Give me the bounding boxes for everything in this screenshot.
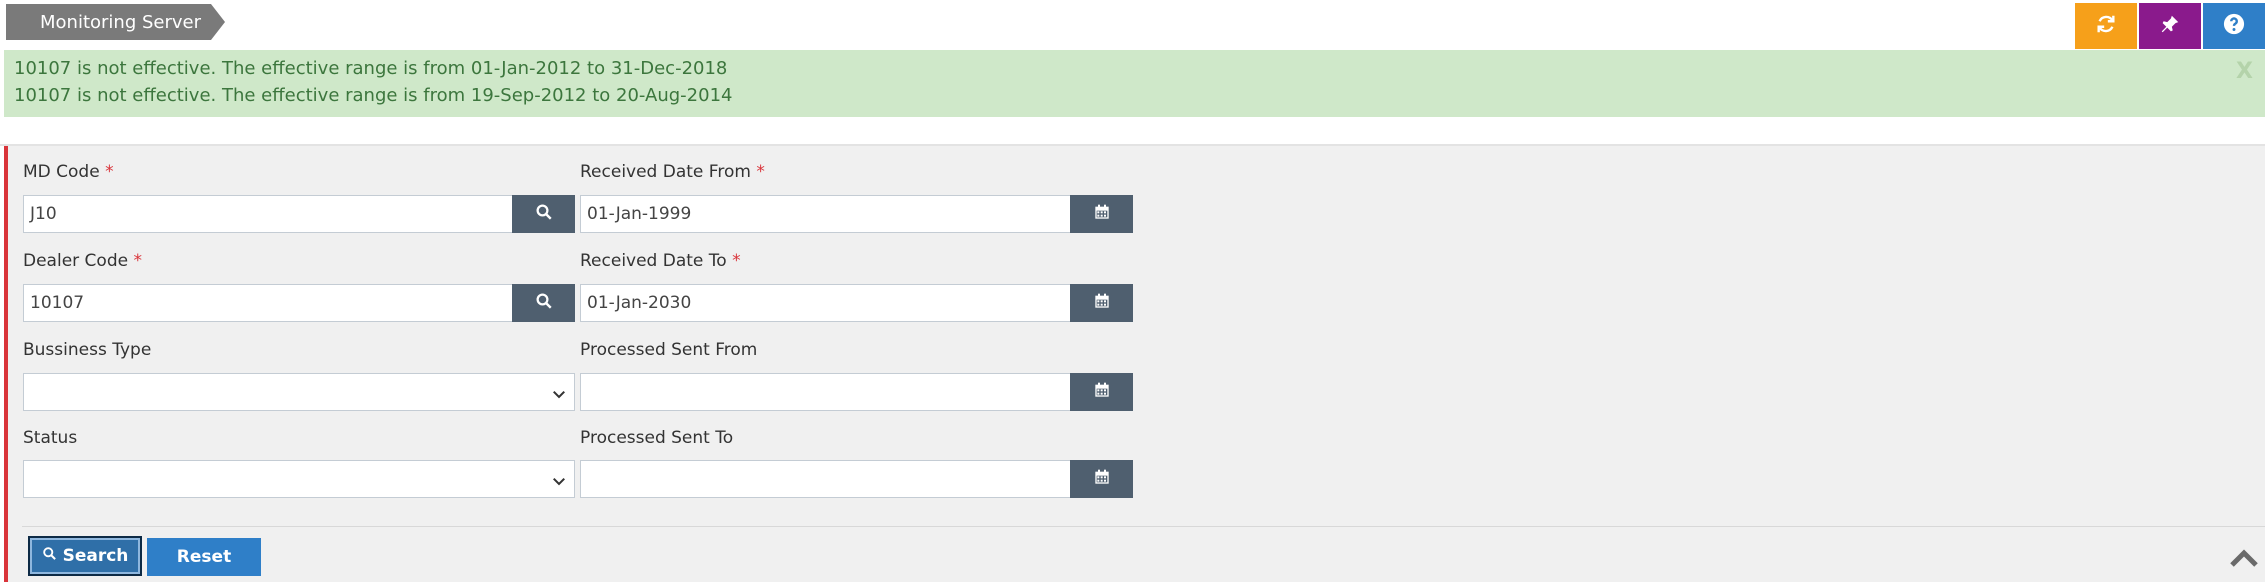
alert-banner: 10107 is not effective. The effective ra… — [4, 50, 2265, 117]
processed-sent-to-label: Processed Sent To — [580, 428, 734, 448]
search-button[interactable]: Search — [28, 536, 142, 576]
search-button-label: Search — [62, 546, 129, 566]
calendar-icon — [1094, 204, 1110, 224]
reset-button[interactable]: Reset — [147, 538, 261, 576]
received-date-from-calendar-button[interactable] — [1070, 195, 1133, 233]
received-date-to-calendar-button[interactable] — [1070, 284, 1133, 322]
alert-message: 10107 is not effective. The effective ra… — [14, 85, 733, 106]
refresh-icon — [2095, 13, 2117, 39]
page-title: Monitoring Server — [40, 11, 202, 33]
help-button[interactable] — [2203, 3, 2265, 49]
top-bar: Monitoring Server — [0, 0, 2265, 50]
md-code-search-button[interactable] — [512, 195, 575, 233]
received-date-to-label-text: Received Date To — [580, 251, 727, 271]
received-date-from-input[interactable]: 01-Jan-1999 — [580, 195, 1072, 233]
refresh-button[interactable] — [2075, 3, 2137, 49]
pin-icon — [2159, 13, 2181, 39]
close-alert-button[interactable]: X — [2236, 59, 2253, 84]
received-date-to-label: Received Date To * — [580, 251, 741, 271]
processed-sent-to-input[interactable] — [580, 460, 1072, 498]
processed-sent-from-label: Processed Sent From — [580, 340, 758, 360]
md-code-label: MD Code * — [23, 162, 114, 182]
processed-sent-to-calendar-button[interactable] — [1070, 460, 1133, 498]
search-icon — [535, 292, 553, 314]
received-date-from-label-text: Received Date From — [580, 162, 751, 182]
required-marker: * — [756, 162, 765, 182]
required-marker: * — [133, 251, 142, 271]
business-type-label: Bussiness Type — [23, 340, 152, 360]
md-code-input[interactable]: J10 — [23, 195, 513, 233]
search-icon — [42, 546, 57, 566]
required-marker: * — [732, 251, 741, 271]
calendar-icon — [1094, 382, 1110, 402]
dealer-code-label-text: Dealer Code — [23, 251, 129, 271]
pin-button[interactable] — [2139, 3, 2201, 49]
help-icon — [2223, 13, 2245, 39]
received-date-to-input[interactable]: 01-Jan-2030 — [580, 284, 1072, 322]
status-select[interactable] — [23, 460, 575, 498]
calendar-icon — [1094, 293, 1110, 313]
processed-sent-from-calendar-button[interactable] — [1070, 373, 1133, 411]
dealer-code-input[interactable]: 10107 — [23, 284, 513, 322]
chevron-down-icon — [552, 386, 566, 406]
search-icon — [535, 203, 553, 225]
dealer-code-label: Dealer Code * — [23, 251, 142, 271]
processed-sent-from-input[interactable] — [580, 373, 1072, 411]
collapse-panel-button[interactable] — [2229, 547, 2259, 573]
received-date-from-label: Received Date From * — [580, 162, 765, 182]
md-code-label-text: MD Code — [23, 162, 100, 182]
chevron-down-icon — [552, 473, 566, 493]
breadcrumb: Monitoring Server — [6, 4, 211, 40]
business-type-select[interactable] — [23, 373, 575, 411]
status-label: Status — [23, 428, 78, 448]
breadcrumb-arrow — [211, 4, 225, 40]
required-marker: * — [105, 162, 114, 182]
chevron-up-icon — [2229, 549, 2259, 573]
calendar-icon — [1094, 469, 1110, 489]
dealer-code-search-button[interactable] — [512, 284, 575, 322]
divider — [22, 526, 2265, 527]
alert-message: 10107 is not effective. The effective ra… — [14, 58, 728, 79]
search-panel: MD Code * J10 Dealer Code * 10107 Bussin… — [4, 146, 2265, 582]
